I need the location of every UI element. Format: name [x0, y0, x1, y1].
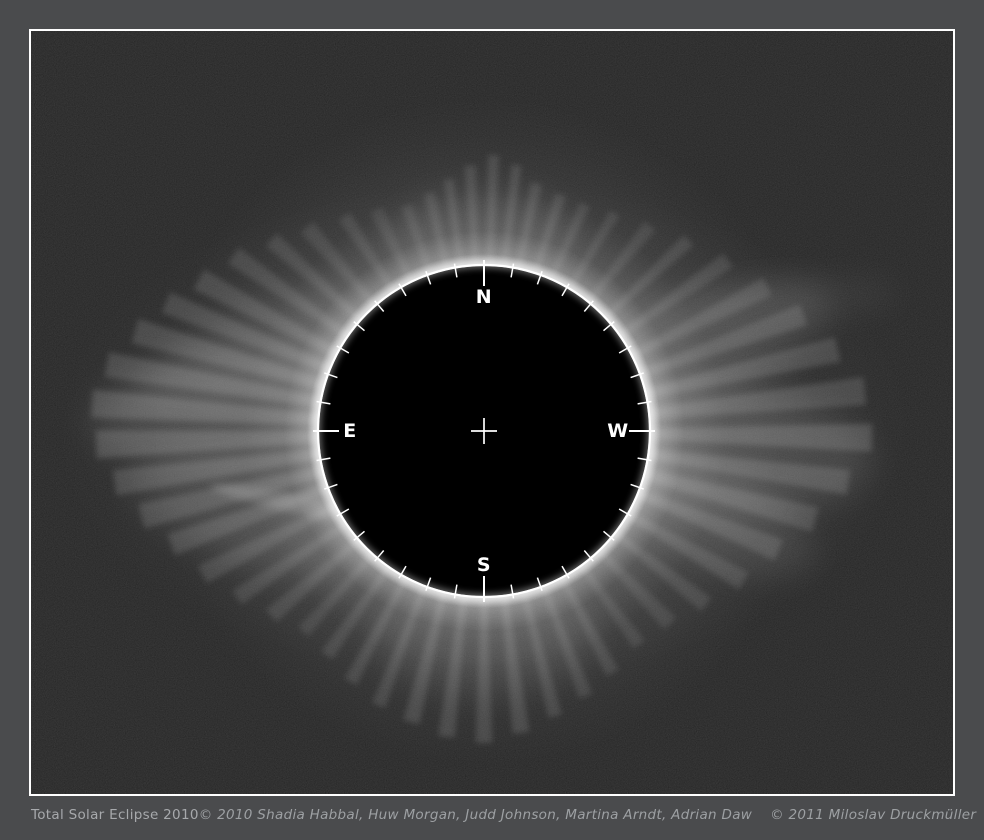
compass-label-e: E: [343, 420, 356, 442]
compass-label-n: N: [476, 286, 492, 308]
caption-bar: Total Solar Eclipse 2010 © 2010 Shadia H…: [31, 801, 953, 829]
eclipse-photo: N E S W: [29, 29, 955, 796]
eclipse-image-canvas: N E S W: [31, 31, 953, 794]
moon-and-compass-overlay: N E S W: [313, 260, 655, 602]
page-background: { "frame": { "background": "#4a4b4d", "b…: [0, 0, 984, 840]
compass-label-s: S: [477, 554, 491, 576]
caption-copyright: © 2010 Shadia Habbal, Huw Morgan, Judd J…: [199, 807, 976, 823]
caption-copyright-processing: © 2011 Miloslav Druckmüller: [770, 807, 976, 823]
compass-label-w: W: [607, 420, 628, 442]
caption-copyright-photo: © 2010 Shadia Habbal, Huw Morgan, Judd J…: [199, 807, 752, 823]
caption-title: Total Solar Eclipse 2010: [31, 807, 199, 823]
